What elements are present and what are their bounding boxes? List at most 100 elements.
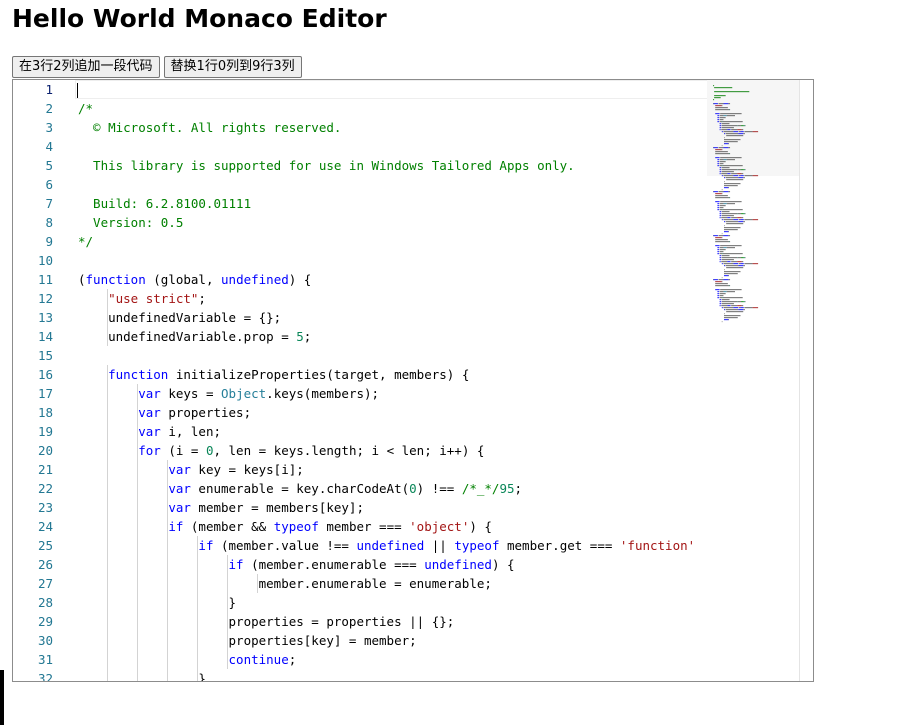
- indent-guide: [107, 479, 109, 498]
- line-number: 22: [37, 481, 53, 496]
- minimap-token: [719, 251, 724, 253]
- minimap-token: [721, 233, 723, 235]
- overview-ruler[interactable]: [799, 80, 800, 681]
- minimap-token: [724, 225, 725, 227]
- minimap-token: [724, 269, 725, 271]
- code-line: member.enumerable = enumerable;: [78, 576, 492, 591]
- minimap-token: [719, 257, 722, 259]
- line-number: 28: [37, 595, 53, 610]
- minimap-token: [722, 253, 743, 255]
- minimap-token: [715, 239, 728, 241]
- replace-range-button[interactable]: 替换1行0列到9行3列: [163, 56, 302, 78]
- indent-guide: [107, 650, 109, 669]
- minimap-token: [722, 297, 743, 299]
- minimap-token: [743, 301, 745, 303]
- minimap-token: [744, 263, 753, 265]
- minimap-token: [723, 235, 729, 237]
- minimap-token: [722, 253, 723, 255]
- code-text-area[interactable]: /* © Microsoft. All rights reserved. Thi…: [75, 80, 707, 681]
- indent-guide: [137, 517, 139, 536]
- line-number: 26: [37, 557, 53, 572]
- line-number-gutter: 1 2 3 4 5 6 7 8 9 10 11 12 13 14 15 16 17 18 19 20 21 22 23 24 2…: [13, 80, 59, 681]
- minimap-token: [738, 177, 744, 179]
- minimap-token: [715, 193, 722, 195]
- current-line-highlight: [75, 80, 707, 99]
- code-line: */: [78, 234, 94, 249]
- indent-guide: [137, 612, 139, 631]
- minimap-slider[interactable]: [707, 80, 799, 176]
- minimap-token: [724, 183, 741, 185]
- line-number: 17: [37, 386, 53, 401]
- code-line: var properties;: [138, 405, 252, 420]
- minimap-token: [719, 301, 722, 303]
- line-number: 9: [45, 234, 53, 249]
- line-number: 32: [37, 671, 53, 682]
- indent-guide: [107, 384, 109, 403]
- minimap-token: [715, 241, 729, 243]
- minimap-token: [723, 219, 734, 221]
- minimap-token: [737, 217, 742, 219]
- minimap-token: [737, 213, 742, 215]
- minimap-token: [719, 207, 724, 209]
- code-line: properties = properties || {};: [78, 614, 455, 629]
- line-number: 18: [37, 405, 53, 420]
- minimap-token: [737, 257, 738, 259]
- minimap-token: [738, 263, 741, 265]
- minimap-token: [752, 307, 759, 309]
- indent-guide: [197, 650, 199, 669]
- line-number: 30: [37, 633, 53, 648]
- indent-guide: [107, 308, 109, 327]
- minimap-token: [740, 263, 744, 265]
- indent-guide: [137, 536, 139, 555]
- code-line: Build: 6.2.8100.01111: [78, 196, 252, 211]
- indent-guide: [137, 403, 139, 422]
- insert-code-button[interactable]: 在3行2列追加一段代码: [12, 56, 160, 78]
- line-number: 6: [45, 177, 53, 192]
- minimap-token: [719, 205, 726, 207]
- code-line: Version: 0.5: [78, 215, 184, 230]
- line-number: 14: [37, 329, 53, 344]
- minimap-token: [724, 185, 738, 187]
- minimap-token: [719, 253, 723, 255]
- indent-guide: [167, 498, 169, 517]
- minimap-token: [713, 235, 718, 237]
- minimap[interactable]: [707, 80, 813, 681]
- minimap-token: [743, 257, 745, 259]
- minimap-token: [724, 313, 725, 315]
- minimap-token: [719, 295, 724, 297]
- minimap-token: [731, 217, 738, 219]
- minimap-token: [737, 301, 742, 303]
- minimap-token: [715, 237, 722, 239]
- line-number: 1: [45, 82, 53, 97]
- indent-guide: [167, 460, 169, 479]
- minimap-token: [721, 303, 734, 305]
- minimap-token: [715, 281, 722, 283]
- minimap-token: [724, 229, 738, 231]
- minimap-token: [717, 247, 720, 249]
- indent-guide: [167, 612, 169, 631]
- minimap-token: [717, 293, 720, 295]
- minimap-token: [717, 297, 720, 299]
- minimap-token: [727, 305, 731, 307]
- minimap-token: [721, 277, 723, 279]
- minimap-token: [738, 307, 741, 309]
- code-editor[interactable]: 1 2 3 4 5 6 7 8 9 10 11 12 13 14 15 16 17 18 19 20 21 22 23 24 2…: [12, 79, 814, 682]
- indent-guide: [137, 669, 139, 681]
- minimap-token: [728, 187, 729, 189]
- minimap-token: [728, 279, 731, 281]
- minimap-token: [718, 235, 724, 237]
- line-number: 19: [37, 424, 53, 439]
- minimap-token: [715, 289, 720, 291]
- line-number: 11: [37, 272, 53, 287]
- indent-guide: [227, 555, 229, 574]
- code-line: if (member && typeof member === 'object'…: [168, 519, 492, 534]
- minimap-token: [728, 241, 730, 243]
- minimap-token: [719, 249, 726, 251]
- indent-guide: [107, 498, 109, 517]
- minimap-token: [723, 307, 734, 309]
- minimap-token: [738, 219, 741, 221]
- indent-guide: [107, 517, 109, 536]
- minimap-token: [721, 305, 728, 307]
- minimap-token: [719, 217, 721, 219]
- minimap-token: [720, 245, 742, 247]
